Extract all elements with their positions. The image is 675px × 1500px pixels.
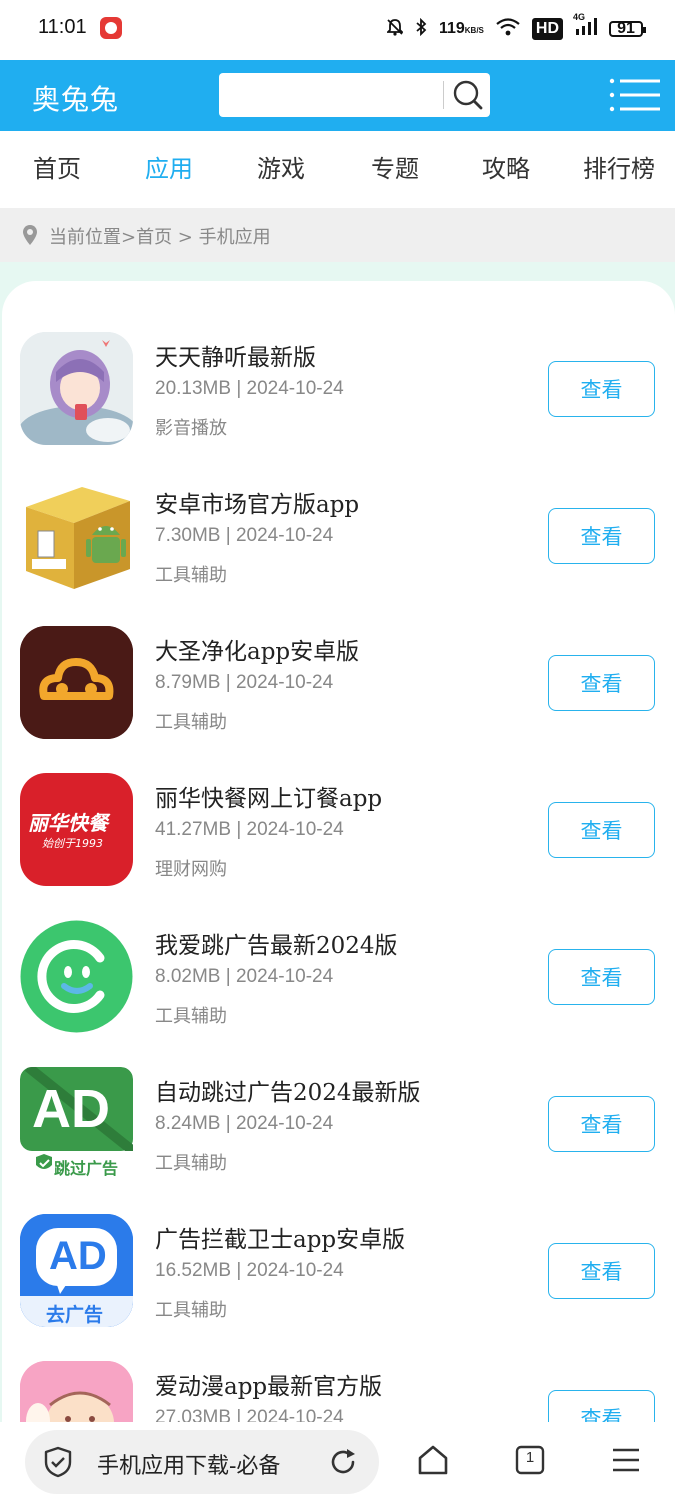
mute-bell-icon <box>385 18 405 41</box>
nav-item-apps[interactable]: 应用 <box>145 149 193 184</box>
signal-icon: 4G <box>573 12 597 41</box>
list-item[interactable]: 大圣净化app安卓版 8.79MB | 2024-10-24 工具辅助 查看 <box>0 626 675 766</box>
battery-icon: 91 <box>609 21 646 37</box>
app-category: 工具辅助 <box>155 565 227 586</box>
ad-skip-logo-text: AD <box>32 1079 110 1139</box>
smiley-icon[interactable] <box>20 920 133 1033</box>
ad-block-logo-subtext: 去广告 <box>46 1304 104 1326</box>
view-button[interactable]: 查看 <box>548 802 655 858</box>
view-button[interactable]: 查看 <box>548 949 655 1005</box>
anime-girl-icon[interactable] <box>20 332 133 445</box>
app-name[interactable]: 大圣净化app安卓版 <box>155 632 359 666</box>
app-meta: 20.13MB | 2024-10-24 <box>155 378 344 399</box>
app-meta: 41.27MB | 2024-10-24 <box>155 819 344 840</box>
view-button[interactable]: 查看 <box>548 1390 655 1422</box>
list-item[interactable]: 我爱跳广告最新2024版 8.02MB | 2024-10-24 工具辅助 查看 <box>0 920 675 1060</box>
address-bar[interactable]: 手机应用下载-必备 <box>25 1430 379 1494</box>
app-name[interactable]: 爱动漫app最新官方版 <box>155 1367 382 1401</box>
wifi-icon <box>496 17 520 41</box>
anime-baby-icon[interactable] <box>20 1361 133 1422</box>
shield-check-icon[interactable] <box>43 1446 73 1482</box>
status-icons: 119KB/S HD 4G 91 <box>385 12 646 44</box>
app-name[interactable]: 丽华快餐网上订餐app <box>155 779 382 813</box>
nav-item-guides[interactable]: 攻略 <box>482 149 530 184</box>
app-name[interactable]: 天天静听最新版 <box>155 338 316 372</box>
view-button[interactable]: 查看 <box>548 361 655 417</box>
app-meta: 8.24MB | 2024-10-24 <box>155 1113 334 1134</box>
hamburger-menu-icon[interactable] <box>611 1444 641 1480</box>
app-category: 工具辅助 <box>155 712 227 733</box>
reload-icon[interactable] <box>327 1446 359 1482</box>
app-name[interactable]: 我爱跳广告最新2024版 <box>155 926 398 960</box>
list-item[interactable]: AD 跳过广告 自动跳过广告2024最新版 8.24MB | 2024-10-2… <box>0 1067 675 1207</box>
app-category: 影音播放 <box>155 418 227 439</box>
app-category: 理财网购 <box>155 859 227 880</box>
app-meta: 8.02MB | 2024-10-24 <box>155 966 334 987</box>
list-item[interactable]: AD 去广告 广告拦截卫士app安卓版 16.52MB | 2024-10-24… <box>0 1214 675 1354</box>
list-item[interactable]: 天天静听最新版 20.13MB | 2024-10-24 影音播放 查看 <box>0 332 675 472</box>
breadcrumb-text[interactable]: 当前位置>首页 > 手机应用 <box>49 223 271 249</box>
app-name[interactable]: 自动跳过广告2024最新版 <box>155 1073 421 1107</box>
search-input[interactable] <box>227 79 442 111</box>
search-icon <box>453 80 483 110</box>
tab-count: 1 <box>525 1449 535 1466</box>
menu-button[interactable] <box>606 73 662 117</box>
brand-logo[interactable]: 奥兔兔 <box>32 78 119 118</box>
lihua-logo-subtext: 始创于1993 <box>42 837 103 850</box>
site-header: 奥兔兔 <box>0 60 675 131</box>
main-nav: 首页 应用 游戏 专题 攻略 排行榜 <box>0 131 675 208</box>
network-speed: 119KB/S <box>438 19 484 37</box>
list-item[interactable]: 爱动漫app最新官方版 27.03MB | 2024-10-24 查看 <box>0 1361 675 1422</box>
tabs-button[interactable]: 1 <box>514 1444 546 1480</box>
lihua-logo-icon[interactable]: 丽华快餐 始创于1993 <box>20 773 133 886</box>
app-meta: 8.79MB | 2024-10-24 <box>155 672 334 693</box>
ad-skip-logo-subtext: 跳过广告 <box>54 1159 119 1178</box>
browser-bottom-bar: 手机应用下载-必备 1 <box>0 1422 675 1500</box>
lihua-logo-text: 丽华快餐 <box>28 811 108 835</box>
notification-icon <box>100 17 122 39</box>
app-name[interactable]: 广告拦截卫士app安卓版 <box>155 1220 405 1254</box>
view-button[interactable]: 查看 <box>548 1243 655 1299</box>
nav-item-games[interactable]: 游戏 <box>257 149 305 184</box>
list-item[interactable]: 安卓市场官方版app 7.30MB | 2024-10-24 工具辅助 查看 <box>0 479 675 619</box>
home-icon[interactable] <box>416 1444 450 1480</box>
breadcrumb: 当前位置>首页 > 手机应用 <box>0 208 675 262</box>
list-item[interactable]: 丽华快餐 始创于1993 丽华快餐网上订餐app 41.27MB | 2024-… <box>0 773 675 913</box>
hd-badge: HD <box>531 18 563 40</box>
app-category: 工具辅助 <box>155 1006 227 1027</box>
ad-block-icon[interactable]: AD 去广告 <box>20 1214 133 1327</box>
list-menu-icon <box>609 78 660 112</box>
bluetooth-icon <box>415 17 427 41</box>
view-button[interactable]: 查看 <box>548 1096 655 1152</box>
nav-item-home[interactable]: 首页 <box>33 149 81 184</box>
status-time: 11:01 <box>38 16 87 38</box>
ad-block-logo-text: AD <box>49 1234 107 1278</box>
app-meta: 27.03MB | 2024-10-24 <box>155 1407 344 1422</box>
search-divider <box>443 81 444 109</box>
cloud-icon[interactable] <box>20 626 133 739</box>
view-button[interactable]: 查看 <box>548 508 655 564</box>
page-title-text[interactable]: 手机应用下载-必备 <box>97 1448 307 1480</box>
ad-skip-icon[interactable]: AD 跳过广告 <box>20 1067 133 1180</box>
app-meta: 16.52MB | 2024-10-24 <box>155 1260 344 1281</box>
nav-item-rankings[interactable]: 排行榜 <box>583 149 655 184</box>
nav-item-topics[interactable]: 专题 <box>371 149 419 184</box>
app-category: 工具辅助 <box>155 1300 227 1321</box>
app-name[interactable]: 安卓市场官方版app <box>155 485 359 519</box>
android-box-icon[interactable] <box>20 479 133 592</box>
search-box <box>219 73 490 117</box>
app-category: 工具辅助 <box>155 1153 227 1174</box>
app-meta: 7.30MB | 2024-10-24 <box>155 525 334 546</box>
view-button[interactable]: 查看 <box>548 655 655 711</box>
location-pin-icon <box>22 224 38 250</box>
search-button[interactable] <box>450 78 486 112</box>
status-bar: 11:01 119KB/S HD 4G 91 <box>0 0 675 60</box>
